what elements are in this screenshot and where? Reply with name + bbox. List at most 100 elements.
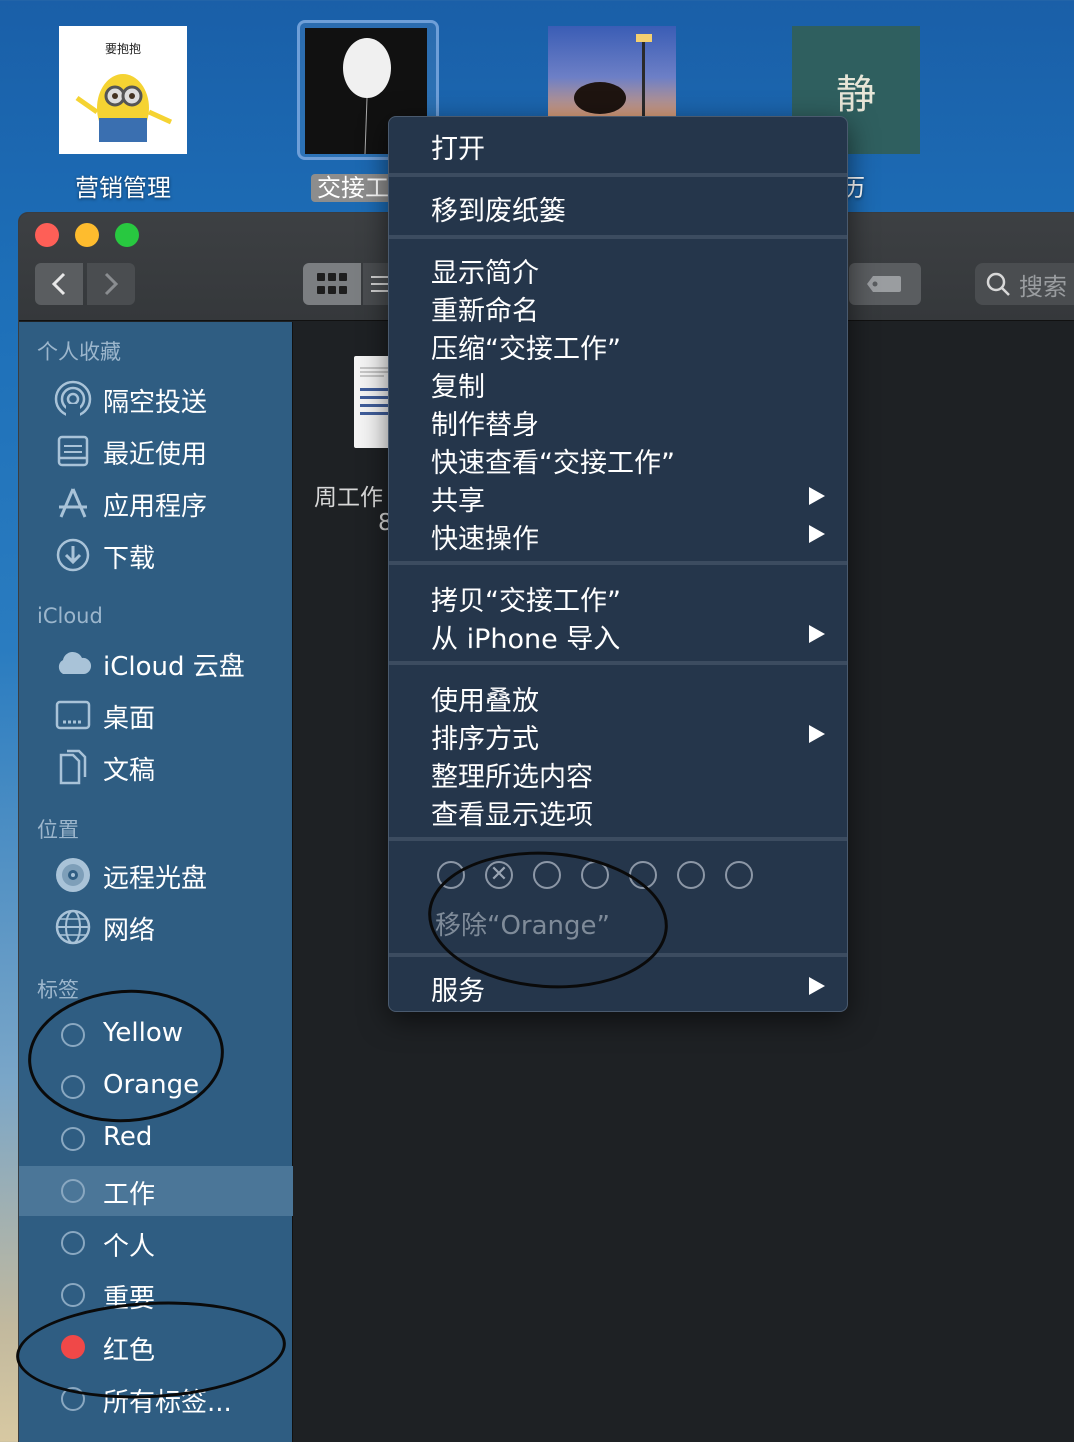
tag-icon: [867, 276, 901, 292]
menu-item-clean-up-selection[interactable]: 整理所选内容: [389, 753, 849, 793]
desktop-icon-label: 营销管理: [75, 174, 171, 202]
icloud-header: iCloud: [37, 604, 103, 628]
menu-item-share[interactable]: 共享: [389, 477, 849, 517]
submenu-arrow-icon: [809, 977, 825, 995]
tag-color-circle[interactable]: [677, 861, 705, 889]
sidebar-tag-red[interactable]: Red: [19, 1114, 293, 1164]
file-name[interactable]: 周工作: [314, 478, 383, 512]
sidebar-item-label: 隔空投送: [103, 388, 208, 418]
disc-icon: [53, 856, 93, 894]
sidebar-item-label: 所有标签...: [103, 1388, 232, 1418]
menu-item-import-from-iphone[interactable]: 从 iPhone 导入: [389, 615, 849, 655]
zoom-button[interactable]: [115, 223, 139, 247]
back-button[interactable]: [35, 263, 83, 305]
tag-circle-icon: [61, 1283, 85, 1307]
menu-item-use-stacks[interactable]: 使用叠放: [389, 677, 849, 717]
tags-header: 标签: [37, 978, 79, 1002]
search-placeholder: 搜索: [1019, 272, 1067, 301]
close-button[interactable]: [35, 223, 59, 247]
submenu-arrow-icon: [809, 725, 825, 743]
applications-icon: [53, 484, 93, 522]
menu-separator: [389, 173, 847, 177]
submenu-arrow-icon: [809, 625, 825, 643]
search-field[interactable]: 搜索: [975, 263, 1074, 305]
tag-circle-icon: [61, 1023, 85, 1047]
submenu-arrow-icon: [809, 487, 825, 505]
tag-color-circle[interactable]: [437, 861, 465, 889]
sidebar-tag-orange[interactable]: Orange: [19, 1062, 293, 1112]
tag-button[interactable]: [849, 263, 921, 305]
sidebar-tag-important[interactable]: 重要: [19, 1270, 293, 1320]
sidebar-item-applications[interactable]: 应用程序: [19, 478, 293, 528]
tag-circle-icon: [61, 1075, 85, 1099]
sidebar-item-label: 远程光盘: [103, 864, 208, 894]
sidebar-item-label: 个人: [103, 1232, 156, 1262]
sidebar-item-downloads[interactable]: 下载: [19, 530, 293, 580]
sidebar-item-remote-disc[interactable]: 远程光盘: [19, 850, 293, 900]
chevron-right-icon: [104, 272, 119, 296]
desktop-icon: [53, 696, 93, 734]
menu-separator: [389, 953, 847, 957]
sidebar: 个人收藏 隔空投送 最近使用 应用程序 下载 iCloud iCloud 云盘 …: [19, 322, 293, 1442]
tag-color-circle[interactable]: [725, 861, 753, 889]
menu-item-compress[interactable]: 压缩“交接工作”: [389, 325, 849, 365]
menu-item-services[interactable]: 服务: [389, 967, 849, 1007]
menu-item-copy[interactable]: 拷贝“交接工作”: [389, 577, 849, 617]
sidebar-item-label: Orange: [103, 1070, 200, 1100]
sidebar-tag-work[interactable]: 工作: [19, 1166, 293, 1216]
menu-separator: [389, 235, 847, 239]
sidebar-item-network[interactable]: 网络: [19, 902, 293, 952]
tag-color-circle[interactable]: [629, 861, 657, 889]
sidebar-item-recents[interactable]: 最近使用: [19, 426, 293, 476]
tag-color-circle[interactable]: [533, 861, 561, 889]
sidebar-item-label: 网络: [103, 916, 156, 946]
menu-separator: [389, 837, 847, 841]
remove-tag-x-icon[interactable]: ✕: [485, 861, 513, 889]
menu-separator: [389, 661, 847, 665]
menu-item-rename[interactable]: 重新命名: [389, 287, 849, 327]
menu-item-quick-actions[interactable]: 快速操作: [389, 515, 849, 555]
menu-item-remove-tag[interactable]: 移除“Orange”: [435, 905, 610, 942]
sidebar-item-label: 桌面: [103, 704, 156, 734]
menu-item-open[interactable]: 打开: [389, 125, 849, 165]
tag-color-circle[interactable]: [581, 861, 609, 889]
minion-thumbnail: 要抱抱: [59, 26, 187, 154]
submenu-arrow-icon: [809, 525, 825, 543]
menu-item-make-alias[interactable]: 制作替身: [389, 401, 849, 441]
thumbnail-caption: 要抱抱: [104, 42, 141, 56]
downloads-icon: [53, 536, 93, 574]
documents-icon: [53, 748, 93, 786]
minimize-button[interactable]: [75, 223, 99, 247]
chevron-left-icon: [51, 272, 66, 296]
red-tag-dot-icon: [61, 1335, 85, 1359]
sidebar-item-airdrop[interactable]: 隔空投送: [19, 374, 293, 424]
sidebar-tag-yellow[interactable]: Yellow: [19, 1010, 293, 1060]
icon-view-button[interactable]: [303, 263, 361, 305]
tag-circle-icon: [61, 1127, 85, 1151]
desktop-icon-marketing[interactable]: 要抱抱 营销管理: [48, 20, 198, 210]
menu-item-sort-by[interactable]: 排序方式: [389, 715, 849, 755]
menu-item-quick-look[interactable]: 快速查看“交接工作”: [389, 439, 849, 479]
menu-item-get-info[interactable]: 显示简介: [389, 249, 849, 289]
sidebar-item-label: iCloud 云盘: [103, 652, 245, 682]
sidebar-all-tags[interactable]: 所有标签...: [19, 1374, 293, 1424]
sidebar-item-label: 红色: [103, 1336, 156, 1366]
forward-button[interactable]: [87, 263, 135, 305]
menu-separator: [389, 561, 847, 565]
sidebar-item-label: 下载: [103, 544, 156, 574]
sidebar-item-label: Yellow: [103, 1018, 184, 1048]
menu-item-move-to-trash[interactable]: 移到废纸篓: [389, 187, 849, 227]
grid-icon: [317, 273, 347, 294]
search-icon: [986, 272, 1010, 296]
cloud-icon: [53, 644, 93, 682]
sidebar-item-label: 应用程序: [103, 492, 208, 522]
sidebar-item-documents[interactable]: 文稿: [19, 742, 293, 792]
menu-item-show-view-options[interactable]: 查看显示选项: [389, 791, 849, 831]
sidebar-item-label: Red: [103, 1122, 153, 1152]
sidebar-tag-personal[interactable]: 个人: [19, 1218, 293, 1268]
tag-circle-icon: [61, 1231, 85, 1255]
menu-item-duplicate[interactable]: 复制: [389, 363, 849, 403]
sidebar-item-desktop[interactable]: 桌面: [19, 690, 293, 740]
sidebar-tag-red-cn[interactable]: 红色: [19, 1322, 293, 1372]
sidebar-item-icloud-drive[interactable]: iCloud 云盘: [19, 638, 293, 688]
